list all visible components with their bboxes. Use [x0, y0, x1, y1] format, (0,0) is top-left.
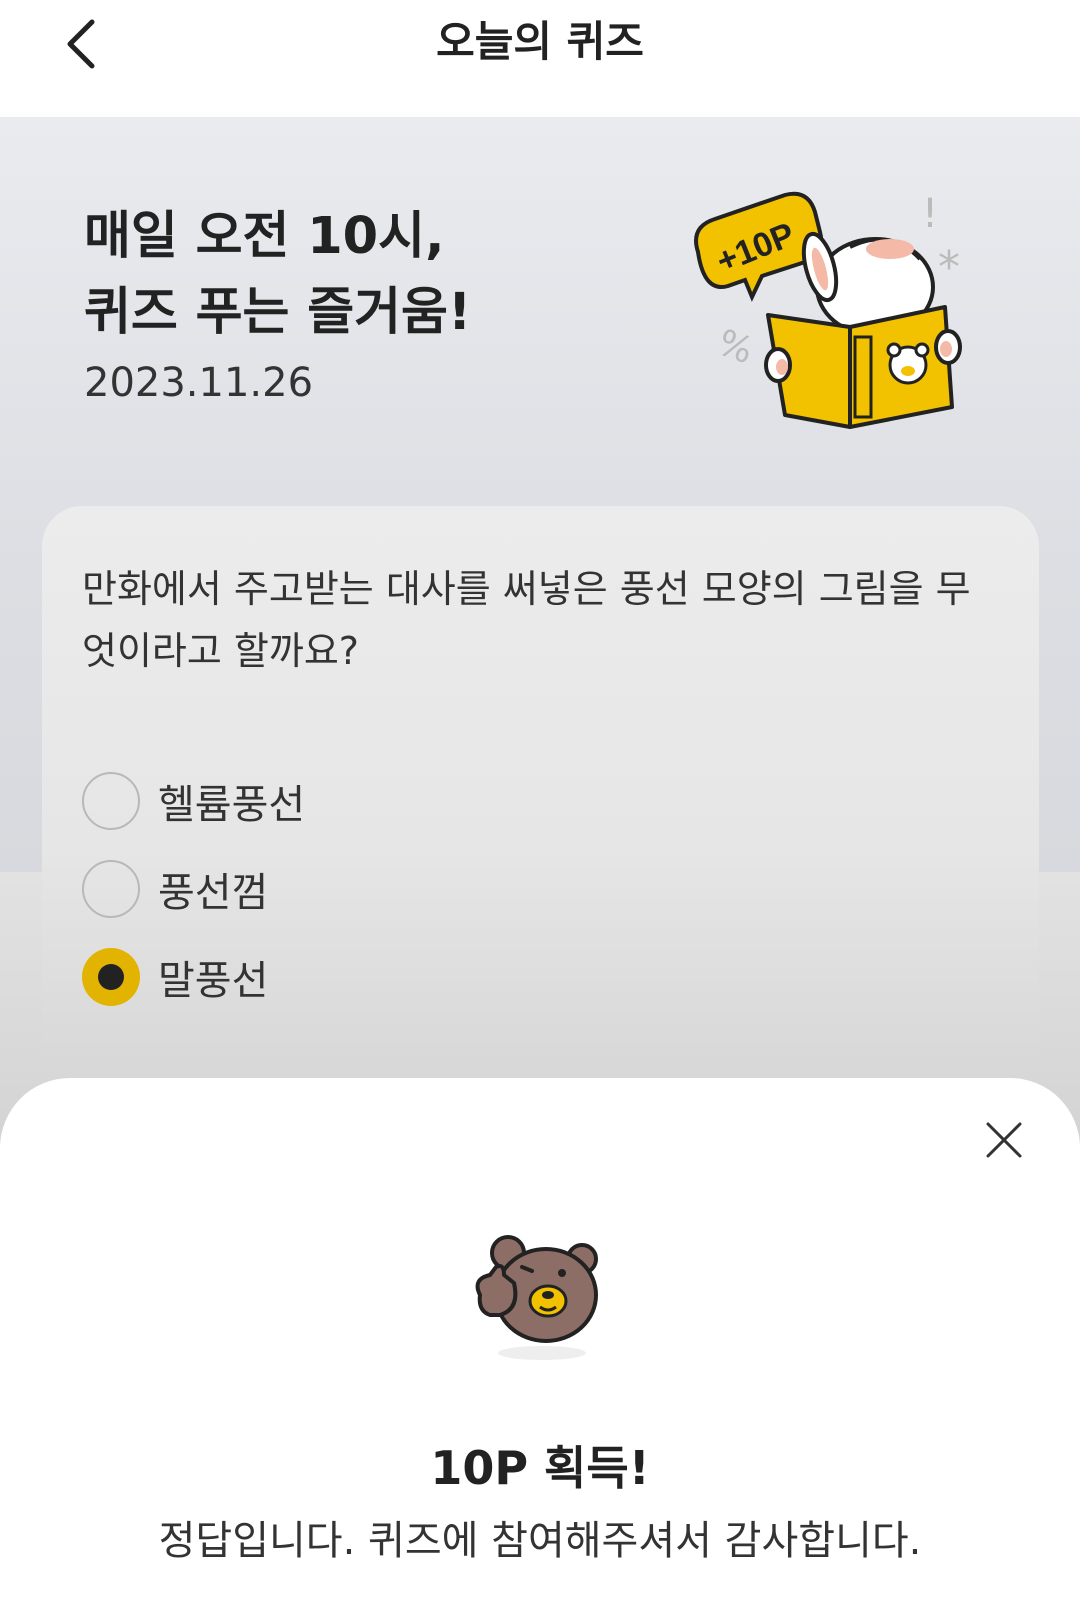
svg-text:%: %	[712, 322, 758, 372]
back-button[interactable]	[52, 14, 108, 74]
hero-title-line2: 퀴즈 푸는 즐거움!	[84, 283, 472, 342]
hero-title-line1: 매일 오전 10시,	[84, 207, 445, 266]
quiz-option-1[interactable]: 헬륨풍선	[82, 768, 305, 834]
close-button[interactable]	[982, 1118, 1026, 1162]
quiz-option-3[interactable]: 말풍선	[82, 944, 268, 1010]
option-label: 풍선껌	[158, 870, 269, 916]
close-icon	[986, 1122, 1022, 1158]
radio-dot	[98, 964, 124, 990]
result-bottom-sheet: 10P 획득! 정답입니다. 퀴즈에 참여해주셔서 감사합니다.	[0, 1078, 1080, 1610]
page-title: 오늘의 퀴즈	[436, 17, 644, 66]
result-message: 정답입니다. 퀴즈에 참여해주셔서 감사합니다.	[158, 1518, 922, 1564]
reading-rabbit-illustration: +10P ! * %	[694, 191, 962, 429]
option-label: 말풍선	[158, 958, 269, 1004]
radio-button[interactable]	[82, 772, 140, 830]
hero-title: 매일 오전 10시, 퀴즈 푸는 즐거움!	[84, 199, 471, 351]
svg-text:!: !	[922, 191, 938, 237]
quiz-date: 2023.11.26	[84, 360, 314, 406]
top-bar: 오늘의 퀴즈	[0, 0, 1080, 117]
radio-button-selected[interactable]	[82, 948, 140, 1006]
quiz-question: 만화에서 주고받는 대사를 써넣은 풍선 모양의 그림을 무엇이라고 할까요?	[82, 567, 971, 673]
quiz-option-2[interactable]: 풍선껌	[82, 856, 268, 922]
radio-button[interactable]	[82, 860, 140, 918]
bear-thumbs-up-illustration	[475, 1235, 598, 1360]
svg-text:*: *	[938, 242, 960, 293]
result-title: 10P 획득!	[430, 1441, 650, 1495]
quiz-card: 만화에서 주고받는 대사를 써넣은 풍선 모양의 그림을 무엇이라고 할까요? …	[42, 506, 1039, 1126]
option-label: 헬륨풍선	[158, 782, 306, 828]
chevron-left-icon	[67, 19, 95, 69]
